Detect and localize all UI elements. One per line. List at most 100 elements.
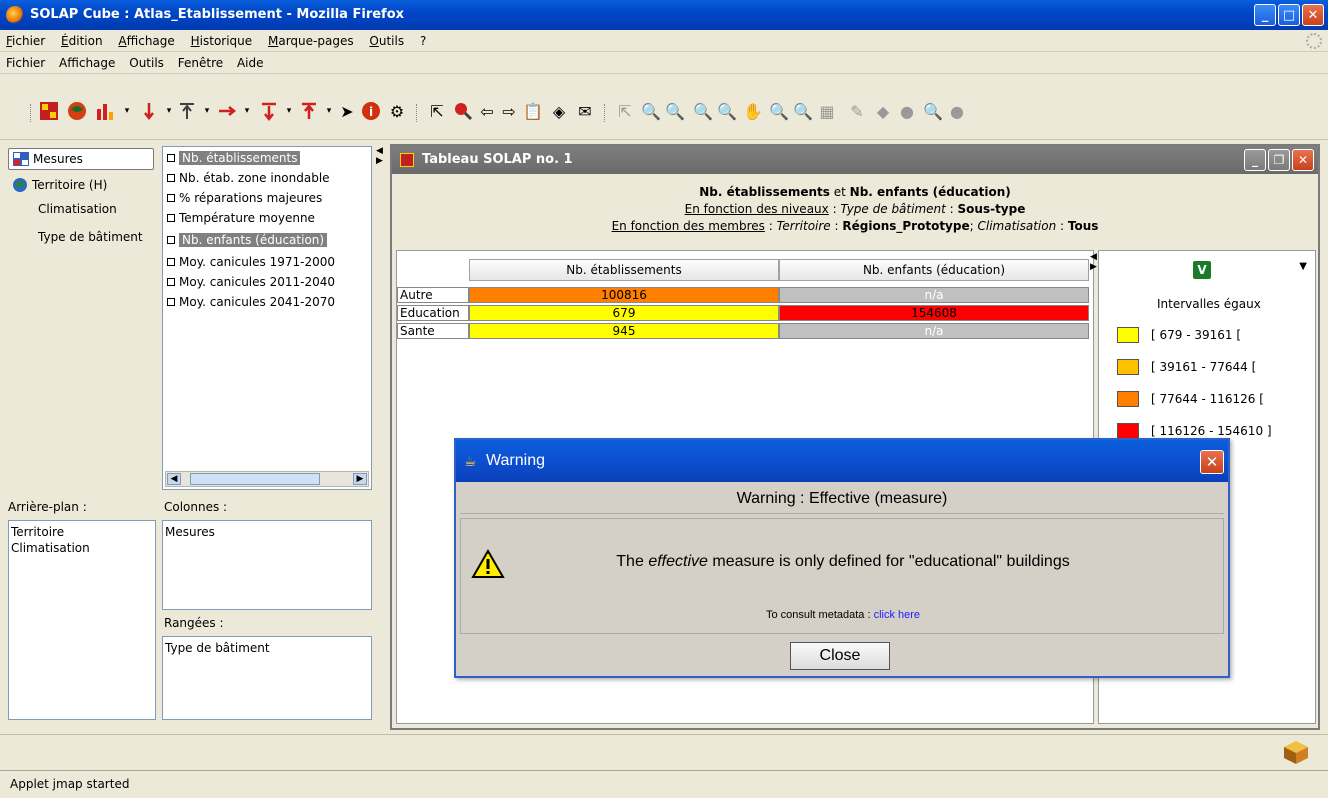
forward-arrow-icon[interactable]: ⇨ <box>498 100 520 122</box>
roll-up-icon[interactable] <box>176 100 198 122</box>
maximize-button[interactable]: □ <box>1278 4 1300 26</box>
checkbox-icon[interactable] <box>167 154 175 162</box>
background-box[interactable]: Territoire Climatisation <box>8 520 156 720</box>
layers-icon[interactable]: ◈ <box>548 100 570 122</box>
menu-outils[interactable]: Outils <box>363 30 410 48</box>
drill-down-all-icon[interactable] <box>258 100 280 122</box>
menu-historique[interactable]: Historique <box>185 30 259 48</box>
drill-down-all-dropdown-icon[interactable]: ▾ <box>278 100 300 122</box>
scroll-left-icon[interactable]: ◀ <box>167 473 181 485</box>
table-cell[interactable]: n/a <box>779 287 1089 303</box>
expand-right-arrow-icon[interactable]: ▶ <box>376 156 383 166</box>
column-header[interactable]: Nb. établissements <box>469 259 779 281</box>
row-item[interactable]: Type de bâtiment <box>165 640 369 656</box>
menu-affichage[interactable]: Affichage <box>112 30 180 48</box>
measure-item[interactable]: Moy. canicules 1971-2000 <box>167 253 335 271</box>
map-globe-icon[interactable]: ● <box>946 100 968 122</box>
measure-item[interactable]: Moy. canicules 2011-2040 <box>167 273 335 291</box>
export-icon[interactable]: ✉ <box>574 100 596 122</box>
column-item[interactable]: Mesures <box>165 524 369 540</box>
measure-item[interactable]: Moy. canicules 2041-2070 <box>167 293 335 311</box>
map-zoom-prev-icon[interactable]: 🔍 <box>768 100 790 122</box>
inner-restore-button[interactable]: ❐ <box>1268 149 1290 171</box>
checkbox-icon[interactable] <box>167 214 175 222</box>
app-menu-affichage[interactable]: Affichage <box>53 52 119 70</box>
column-header[interactable]: Nb. enfants (éducation) <box>779 259 1089 281</box>
scroll-right-icon[interactable]: ▶ <box>353 473 367 485</box>
row-header[interactable]: Autre <box>397 287 469 303</box>
row-header[interactable]: Sante <box>397 323 469 339</box>
app-menu-fenetre[interactable]: Fenêtre <box>172 52 227 70</box>
rows-box[interactable]: Type de bâtiment <box>162 636 372 720</box>
scroll-thumb[interactable] <box>190 473 320 485</box>
drill-down-icon[interactable] <box>138 100 160 122</box>
dialog-close-icon[interactable]: ✕ <box>1200 450 1224 474</box>
table-cell[interactable]: 679 <box>469 305 779 321</box>
cube-table-icon[interactable] <box>38 100 60 122</box>
dim-item-type-batiment[interactable]: Type de bâtiment <box>38 226 143 248</box>
zoom-select-icon[interactable] <box>452 100 474 122</box>
checkbox-icon[interactable] <box>167 278 175 286</box>
menu-marque-pages[interactable]: Marque-pages <box>262 30 360 48</box>
checkbox-icon[interactable] <box>167 258 175 266</box>
select-tool-icon[interactable]: ⇱ <box>426 100 448 122</box>
drill-across-dropdown-icon[interactable]: ▾ <box>236 100 258 122</box>
roll-up-dropdown-icon[interactable]: ▾ <box>196 100 218 122</box>
checkbox-icon[interactable] <box>167 174 175 182</box>
metadata-link[interactable]: click here <box>874 609 920 621</box>
map-zoom-icon[interactable]: 🔍 <box>640 100 662 122</box>
checkbox-icon[interactable] <box>167 194 175 202</box>
measure-item[interactable]: Nb. établissements <box>167 149 301 167</box>
map-zoom-out-icon[interactable]: 🔍 <box>716 100 738 122</box>
pointer-icon[interactable]: ➤ <box>336 100 358 122</box>
map-zoom-extent-icon[interactable]: 🔍 <box>664 100 686 122</box>
visualization-badge[interactable]: V <box>1193 261 1211 279</box>
row-header[interactable]: Education <box>397 305 469 321</box>
info-icon[interactable]: i <box>360 100 382 122</box>
app-menu-outils[interactable]: Outils <box>123 52 168 70</box>
chart-icon[interactable] <box>94 100 116 122</box>
map-zoom-next-icon[interactable]: 🔍 <box>792 100 814 122</box>
dim-item-mesures[interactable]: Mesures <box>8 148 154 170</box>
measure-item[interactable]: Température moyenne <box>167 209 315 227</box>
dim-item-climatisation[interactable]: Climatisation <box>38 198 117 220</box>
menu-edition[interactable]: Édition <box>55 30 109 48</box>
drill-across-icon[interactable] <box>216 100 238 122</box>
map-select-icon[interactable]: ⇱ <box>614 100 636 122</box>
back-arrow-icon[interactable]: ⇦ <box>476 100 498 122</box>
columns-box[interactable]: Mesures <box>162 520 372 610</box>
close-button[interactable]: Close <box>790 642 890 670</box>
roll-up-all-icon[interactable] <box>298 100 320 122</box>
legend-dropdown-icon[interactable]: ▼ <box>1299 261 1307 272</box>
expand-legend-arrow-icon[interactable]: ▶ <box>1090 262 1097 272</box>
minimize-button[interactable]: _ <box>1254 4 1276 26</box>
map-layer-icon[interactable]: ◆ <box>872 100 894 122</box>
measure-item[interactable]: Nb. enfants (éducation) <box>167 231 328 249</box>
dim-item-territoire[interactable]: Territoire (H) <box>8 174 107 196</box>
clipboard-icon[interactable]: 📋 <box>522 100 544 122</box>
checkbox-icon[interactable] <box>167 236 175 244</box>
checkbox-icon[interactable] <box>167 298 175 306</box>
map-tag-icon[interactable]: ✎ <box>846 100 868 122</box>
table-cell[interactable]: n/a <box>779 323 1089 339</box>
table-cell[interactable]: 100816 <box>469 287 779 303</box>
measure-item[interactable]: Nb. étab. zone inondable <box>167 169 330 187</box>
inner-minimize-button[interactable]: _ <box>1244 149 1266 171</box>
collapse-left-arrow-icon[interactable]: ◀ <box>376 146 383 156</box>
chart-dropdown-icon[interactable]: ▾ <box>116 100 138 122</box>
inner-close-button[interactable]: ✕ <box>1292 149 1314 171</box>
background-item[interactable]: Territoire <box>11 524 153 540</box>
map-search-icon[interactable]: 🔍 <box>922 100 944 122</box>
menu-help[interactable]: ? <box>414 30 432 48</box>
measure-item[interactable]: % réparations majeures <box>167 189 322 207</box>
settings-icon[interactable]: ⚙ <box>386 100 408 122</box>
collapse-legend-arrow-icon[interactable]: ◀ <box>1090 252 1097 262</box>
map-zoom-in-icon[interactable]: 🔍 <box>692 100 714 122</box>
table-cell[interactable]: 154608 <box>779 305 1089 321</box>
app-menu-aide[interactable]: Aide <box>231 52 268 70</box>
app-menu-fichier[interactable]: Fichier <box>0 52 49 70</box>
table-cell[interactable]: 945 <box>469 323 779 339</box>
horizontal-scrollbar[interactable]: ◀ ▶ <box>165 471 369 487</box>
map-table-icon[interactable]: ▦ <box>816 100 838 122</box>
map-info-icon[interactable]: ● <box>896 100 918 122</box>
